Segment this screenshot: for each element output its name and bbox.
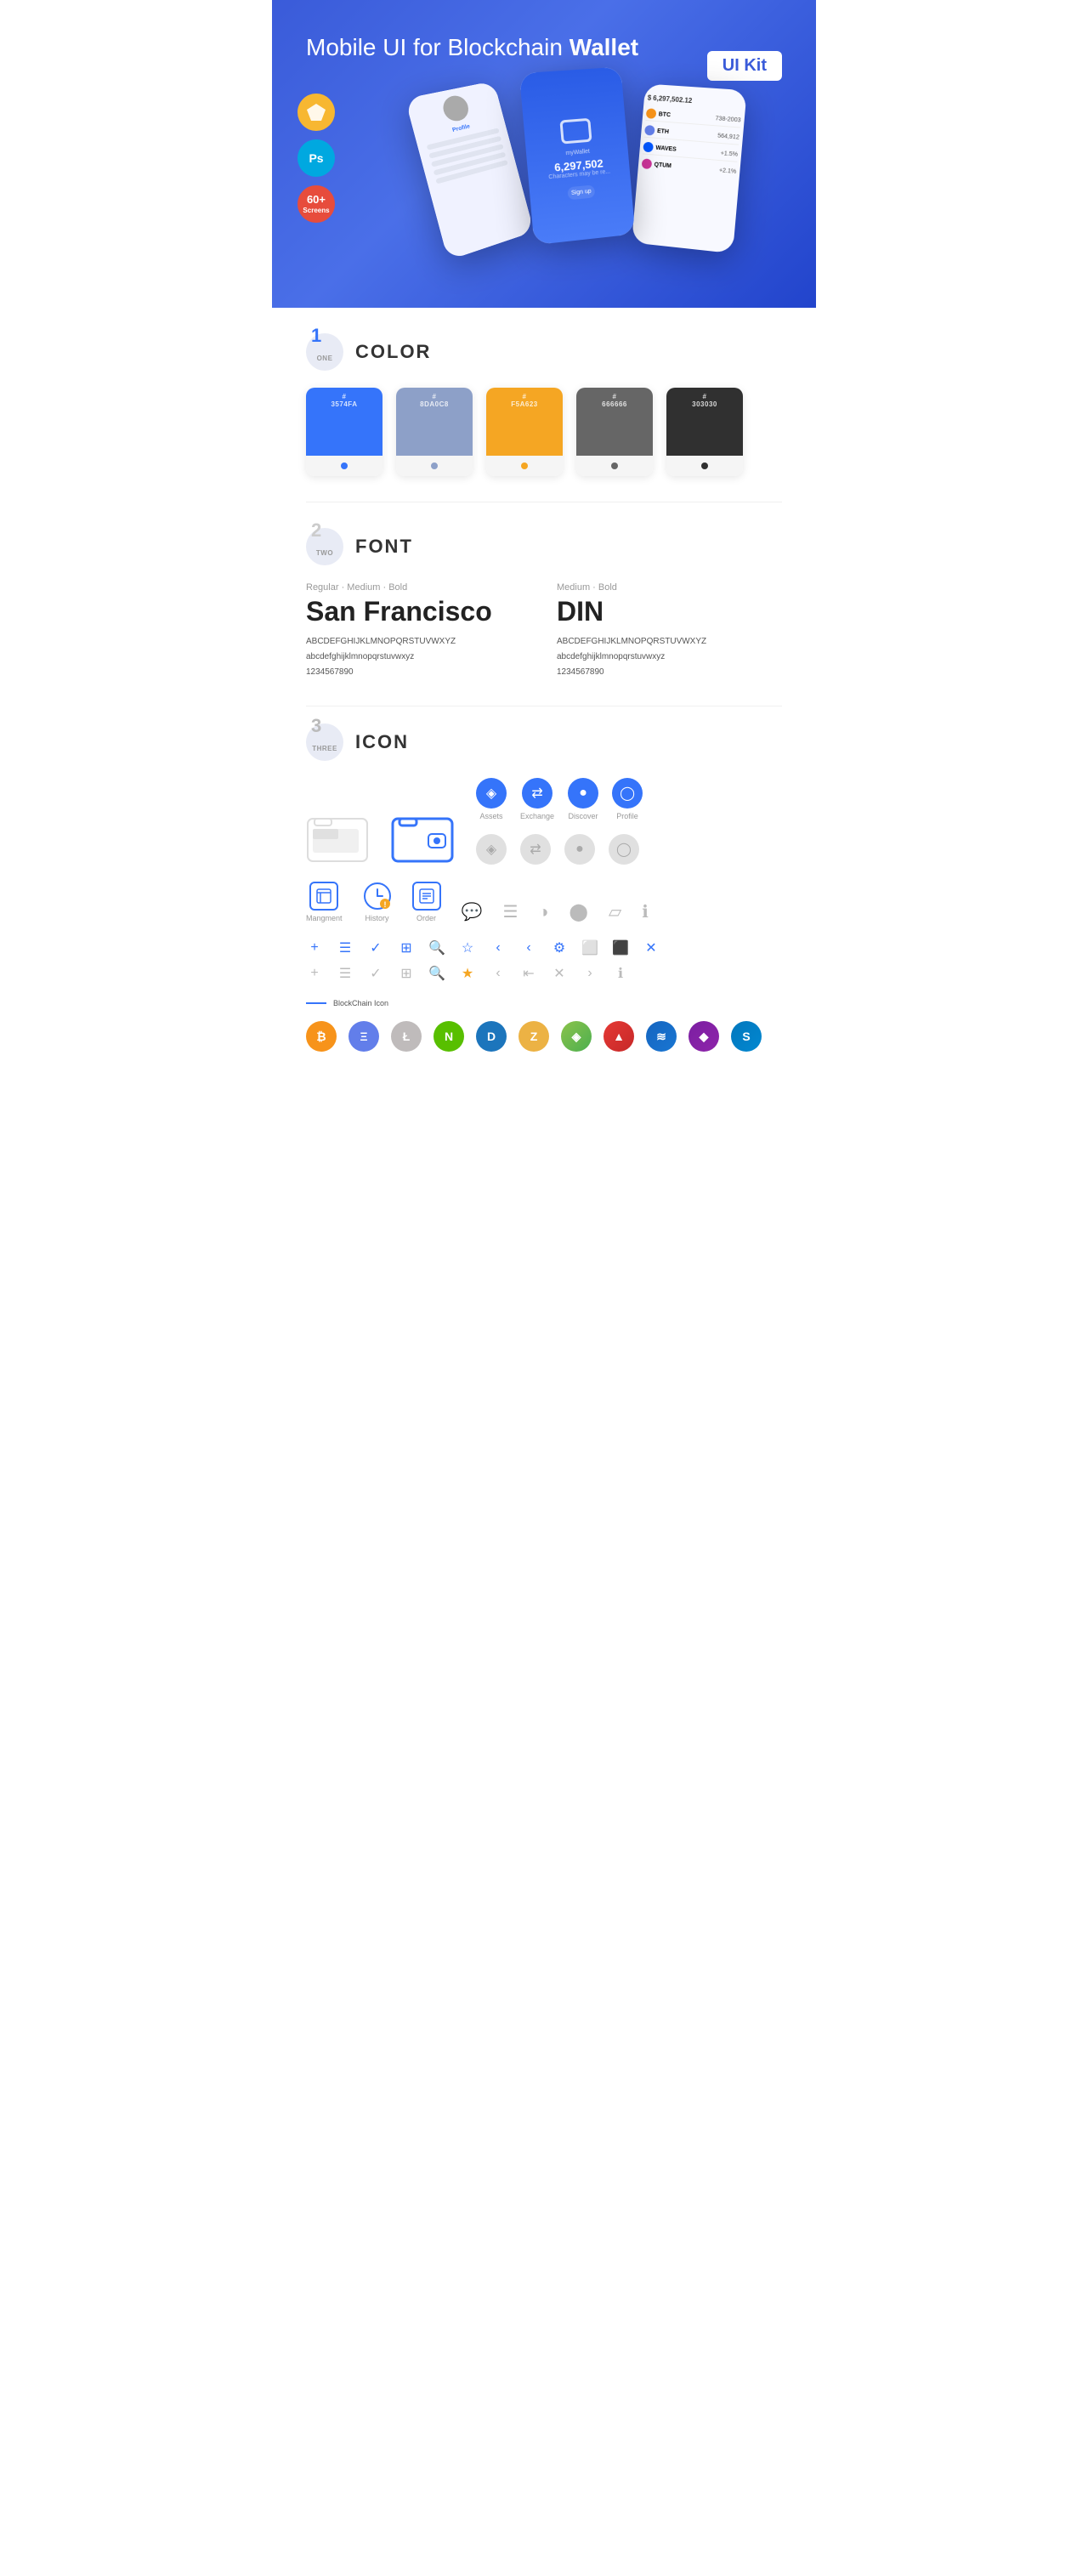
profile-icon-box: ◯ Profile (612, 778, 643, 820)
blockchain-label: BlockChain Icon (306, 999, 782, 1007)
btc-icon: ₿ (306, 1021, 337, 1052)
wallet-icons-row: ◈ Assets ⇄ Exchange ● Discover ◯ Profile… (306, 778, 782, 865)
edit-icon: ☰ (337, 939, 354, 956)
color-section: 1 ONE COLOR # 3574FA # 8DA0C8 # F5A623 (272, 308, 816, 502)
stack-icon: ☰ (502, 901, 518, 922)
edit-icon-inactive: ☰ (337, 965, 354, 982)
blockchain-line (306, 1002, 326, 1004)
nav-icon-group: ◈ Assets ⇄ Exchange ● Discover ◯ Profile… (476, 778, 643, 865)
utility-icons-inactive: + ☰ ✓ ⊞ 🔍 ★ ‹ ⇤ ✕ › ℹ (306, 965, 782, 982)
matic-icon: ◆ (688, 1021, 719, 1052)
crypto-icons-row: ₿ Ξ Ł N D Z ◈ ▲ ≋ ◆ S (306, 1021, 782, 1052)
sketch-badge (298, 94, 335, 131)
assets-icon-box: ◈ Assets (476, 778, 507, 820)
chat-icon: 💬 (462, 901, 483, 922)
forward-icon-inactive: › (581, 966, 598, 981)
waves-icon: ≋ (646, 1021, 677, 1052)
screens-badge: 60+ Screens (298, 185, 335, 223)
color-swatches: # 3574FA # 8DA0C8 # F5A623 # 666666 (306, 388, 782, 476)
moon-icon: ◑ (538, 903, 548, 922)
font-grid: Regular · Medium · Bold San Francisco AB… (306, 582, 782, 680)
phone-left: Profile (405, 81, 534, 260)
exchange-icon-inactive: ⇄ (520, 834, 551, 865)
info-icon-inactive: ℹ (612, 965, 629, 982)
back-icon: ‹ (490, 940, 507, 956)
discover-icon: ● (568, 778, 598, 809)
search-icon-inactive: 🔍 (428, 965, 445, 982)
discover-icon-box: ● Discover (568, 778, 598, 820)
assets-icon-inactive: ◈ (476, 834, 507, 865)
receive-icon: ⬛ (612, 939, 629, 956)
plus-icon: + (306, 940, 323, 956)
history-icon: ! (363, 882, 392, 911)
x-icon-inactive: ✕ (551, 965, 568, 982)
plus-icon-inactive: + (306, 966, 323, 981)
section-number-font: 2 TWO FONT (306, 528, 782, 565)
stratis-icon: S (731, 1021, 762, 1052)
info-icon: ℹ (642, 901, 649, 922)
ltc-icon: Ł (391, 1021, 422, 1052)
back-icon-inactive: ‹ (490, 966, 507, 981)
number-circle-3: 3 THREE (306, 723, 343, 761)
hero-section: Mobile UI for Blockchain Wallet UI Kit P… (272, 0, 816, 308)
phones-preview: Profile myWallet 6,297,502 Characters ma… (374, 70, 782, 240)
zcash-icon: Z (518, 1021, 549, 1052)
number-circle-1: 1 ONE (306, 333, 343, 371)
icon-section: 3 THREE ICON (272, 706, 816, 1077)
check-icon: ✓ (367, 939, 384, 956)
speech-icon: ▱ (609, 901, 621, 922)
profile-icon: ◯ (612, 778, 643, 809)
blockchain-icons-section: BlockChain Icon ₿ Ξ Ł N D Z ◈ ▲ ≋ ◆ S (306, 999, 782, 1052)
star-icon-active: ★ (459, 965, 476, 982)
neo-icon: N (434, 1021, 464, 1052)
bottom-nav-icons: Mangment ! History Order 💬 (306, 882, 782, 922)
order-icon (412, 882, 441, 911)
font-section: 2 TWO FONT Regular · Medium · Bold San F… (272, 502, 816, 706)
settings-icon: ⚙ (551, 939, 568, 956)
exchange-icon: ⇄ (522, 778, 552, 809)
profile-icon-inactive: ◯ (609, 834, 639, 865)
hero-badges: Ps 60+ Screens (298, 94, 335, 223)
color-card-slate: # 8DA0C8 (396, 388, 473, 476)
color-card-gray: # 666666 (576, 388, 653, 476)
circle-icon: ⬤ (569, 901, 587, 922)
order-icon-item: Order (412, 882, 441, 922)
phone-right: $ 6,297,502.12 BTC 738-2003 ETH 564,912 … (632, 83, 747, 253)
management-icon-item: Mangment (306, 882, 343, 922)
font-sf: Regular · Medium · Bold San Francisco AB… (306, 582, 531, 680)
wallet-wireframe-icon (306, 810, 374, 865)
svg-text:!: ! (383, 900, 386, 909)
history-icon-item: ! History (363, 882, 392, 922)
assets-icon: ◈ (476, 778, 507, 809)
star-icon: ☆ (459, 939, 476, 956)
close-icon: ✕ (643, 939, 660, 956)
exchange-icon-box: ⇄ Exchange (520, 778, 554, 820)
ark-icon: ▲ (604, 1021, 634, 1052)
check-icon-inactive: ✓ (367, 965, 384, 982)
phone-center: myWallet 6,297,502 Characters may be re.… (519, 67, 636, 246)
discover-icon-inactive: ● (564, 834, 595, 865)
font-din: Medium · Bold DIN ABCDEFGHIJKLMNOPQRSTUV… (557, 582, 782, 680)
section-number-color: 1 ONE COLOR (306, 333, 782, 371)
section-number-icon: 3 THREE ICON (306, 723, 782, 761)
wallet-solid-icon (391, 810, 459, 865)
qr-icon: ⊞ (398, 939, 415, 956)
eth-icon: Ξ (348, 1021, 379, 1052)
share-icon: ‹ (520, 940, 537, 956)
utility-icons-active: + ☰ ✓ ⊞ 🔍 ☆ ‹ ‹ ⚙ ⬜ ⬛ ✕ (306, 939, 782, 956)
number-circle-2: 2 TWO (306, 528, 343, 565)
ps-badge: Ps (298, 139, 335, 177)
color-card-blue: # 3574FA (306, 388, 382, 476)
share-icon-inactive: ⇤ (520, 965, 537, 982)
search-icon: 🔍 (428, 939, 445, 956)
send-icon: ⬜ (581, 939, 598, 956)
management-icon (309, 882, 338, 911)
qr-icon-inactive: ⊞ (398, 965, 415, 982)
color-card-dark: # 303030 (666, 388, 743, 476)
color-card-orange: # F5A623 (486, 388, 563, 476)
dash-icon: D (476, 1021, 507, 1052)
iota-icon: ◈ (561, 1021, 592, 1052)
